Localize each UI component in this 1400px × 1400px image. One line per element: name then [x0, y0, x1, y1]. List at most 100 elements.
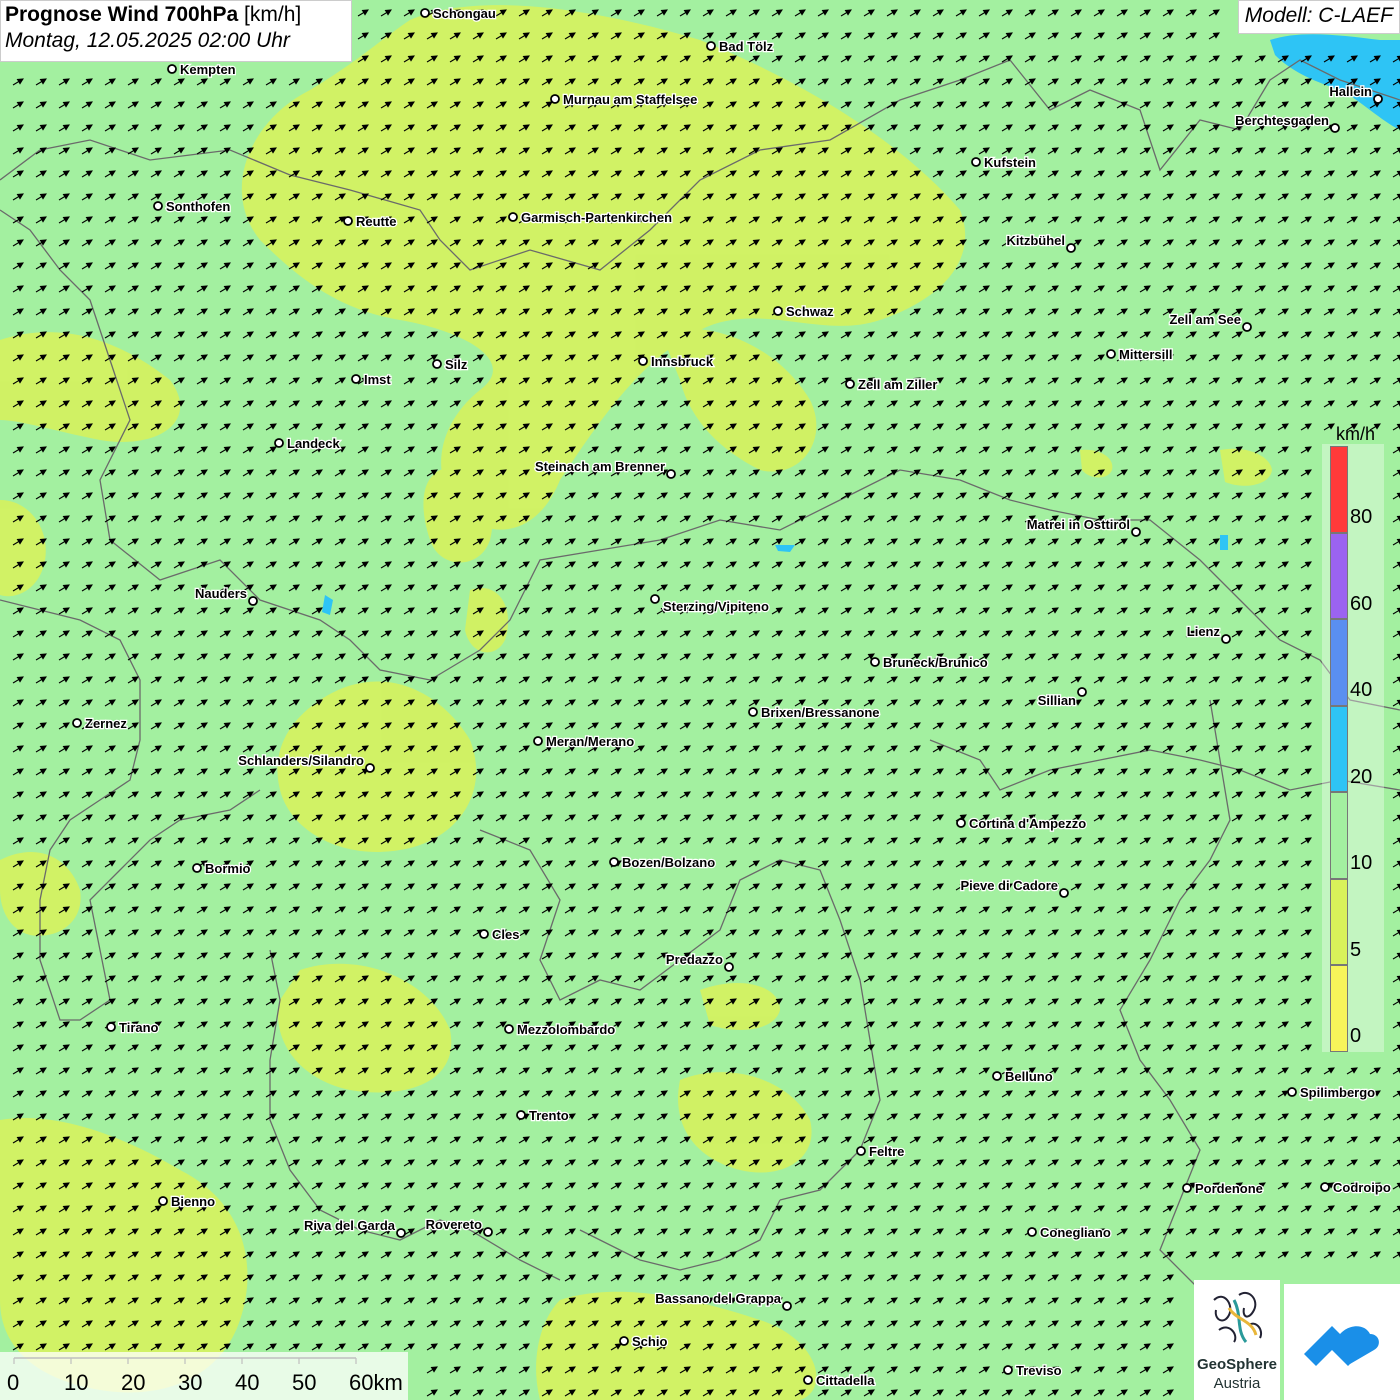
city-marker-icon [72, 718, 82, 728]
geosphere-logo-icon [1213, 1291, 1262, 1343]
city-label: Predazzo [666, 952, 723, 967]
city-label: Conegliano [1040, 1225, 1111, 1240]
city-marker-icon [1221, 634, 1231, 644]
city-label: Matrei in Osttirol [1027, 517, 1130, 532]
legend-color-segment [1330, 878, 1348, 965]
city-marker-icon [650, 594, 660, 604]
city-marker: Bozen/Bolzano [609, 854, 716, 871]
city-label: Lienz [1187, 624, 1221, 639]
city-label: Treviso [1016, 1363, 1062, 1378]
app-logo[interactable] [1284, 1284, 1400, 1400]
city-label: Sillian [1038, 693, 1076, 708]
scale-box: 0 10 20 30 40 50 60km [0, 1352, 408, 1400]
city-label: Schwaz [786, 304, 834, 319]
scale-label: 30 [178, 1370, 203, 1395]
city-marker-icon [1106, 349, 1116, 359]
scale-label: 20 [121, 1370, 146, 1395]
city-label: Trento [529, 1108, 569, 1123]
geosphere-name: GeoSphere [1196, 1356, 1278, 1373]
city-label: Schlanders/Silandro [238, 753, 364, 768]
city-label: Rovereto [426, 1217, 482, 1232]
city-label: Riva del Garda [304, 1218, 396, 1233]
city-label: Zernez [85, 716, 127, 731]
city-label: Bassano del Grappa [655, 1291, 781, 1306]
scale-label: 60km [349, 1370, 403, 1395]
city-label: Bruneck/Brunico [883, 655, 988, 670]
legend-label: 10 [1350, 852, 1373, 874]
city-label: Pieve di Cadore [960, 878, 1058, 893]
city-marker-icon [1003, 1365, 1013, 1375]
city-marker: Meran/Merano [533, 733, 635, 750]
legend-unit: km/h [1336, 424, 1376, 444]
city-marker-icon [516, 1110, 526, 1120]
city-marker-icon [106, 1022, 116, 1032]
city-label: Kufstein [984, 155, 1036, 170]
city-marker-icon [971, 157, 981, 167]
city-label: Pordenone [1195, 1181, 1263, 1196]
city-marker: Bruneck/Brunico [870, 654, 989, 671]
city-marker-icon [609, 857, 619, 867]
city-marker-icon [773, 306, 783, 316]
city-marker-icon [1242, 322, 1252, 332]
city-label: Belluno [1005, 1069, 1053, 1084]
city-marker-icon [167, 64, 177, 74]
city-label: Schio [632, 1334, 667, 1349]
legend-label: 0 [1350, 1025, 1362, 1047]
city-marker-icon [1027, 1227, 1037, 1237]
city-marker: Sonthofen [153, 198, 232, 215]
city-label: Kempten [180, 62, 236, 77]
city-marker-icon [508, 212, 518, 222]
city-label: Sonthofen [166, 199, 230, 214]
city-label: Cortina d'Ampezzo [969, 816, 1086, 831]
city-marker: Innsbruck [638, 353, 715, 370]
city-label: Murnau am Staffelsee [563, 92, 697, 107]
city-marker-icon [248, 596, 258, 606]
city-label: Zell am See [1169, 312, 1241, 327]
app-logo-icon [1304, 1326, 1379, 1366]
city-marker-icon [803, 1375, 813, 1385]
model-label: Modell: C-LAEF [1237, 0, 1400, 34]
city-marker-icon [432, 359, 442, 369]
legend-color-segment [1330, 965, 1348, 1052]
city-marker-icon [365, 763, 375, 773]
city-marker-icon [479, 929, 489, 939]
legend-color-segment [1330, 532, 1348, 619]
city-marker-icon [396, 1228, 406, 1238]
city-marker: Zell am Ziller [845, 376, 939, 393]
forecast-datetime: Montag, 12.05.2025 02:00 Uhr [5, 29, 290, 52]
map-title: Prognose Wind 700hPa [km/h] [5, 3, 302, 26]
city-marker-icon [782, 1301, 792, 1311]
city-marker-icon [1182, 1183, 1192, 1193]
city-label: Sterzing/Vipiteno [663, 599, 769, 614]
city-marker-icon [550, 94, 560, 104]
city-marker-icon [1320, 1182, 1330, 1192]
city-label: Silz [445, 357, 468, 372]
city-marker-icon [748, 707, 758, 717]
city-marker: Garmisch-Partenkirchen [508, 209, 673, 226]
city-marker-icon [1287, 1087, 1297, 1097]
scale-label: 0 [7, 1370, 20, 1395]
city-label: Cles [492, 927, 519, 942]
city-label: Reutte [356, 214, 396, 229]
city-marker-icon [619, 1336, 629, 1346]
legend-color-segment [1330, 619, 1348, 706]
city-label: Schongau [433, 6, 496, 21]
city-marker: Spilimbergo [1287, 1084, 1376, 1101]
city-label: Meran/Merano [546, 734, 634, 749]
city-marker: Schongau [420, 5, 497, 22]
city-marker-icon [638, 356, 648, 366]
city-marker-icon [706, 41, 716, 51]
geosphere-logo[interactable]: GeoSphere Austria [1194, 1280, 1280, 1400]
city-label: Zell am Ziller [858, 377, 937, 392]
city-marker-icon [351, 374, 361, 384]
legend-label: 5 [1350, 938, 1362, 961]
city-label: Hallein [1329, 84, 1372, 99]
city-marker: Murnau am Staffelsee [550, 91, 699, 108]
city-marker-icon [158, 1196, 168, 1206]
city-label: Mezzolombardo [517, 1022, 615, 1037]
city-marker-icon [666, 469, 676, 479]
city-label: Bienno [171, 1194, 215, 1209]
city-marker-icon [956, 818, 966, 828]
city-marker: Brixen/Bressanone [748, 704, 881, 721]
legend-color-segment [1330, 705, 1348, 792]
